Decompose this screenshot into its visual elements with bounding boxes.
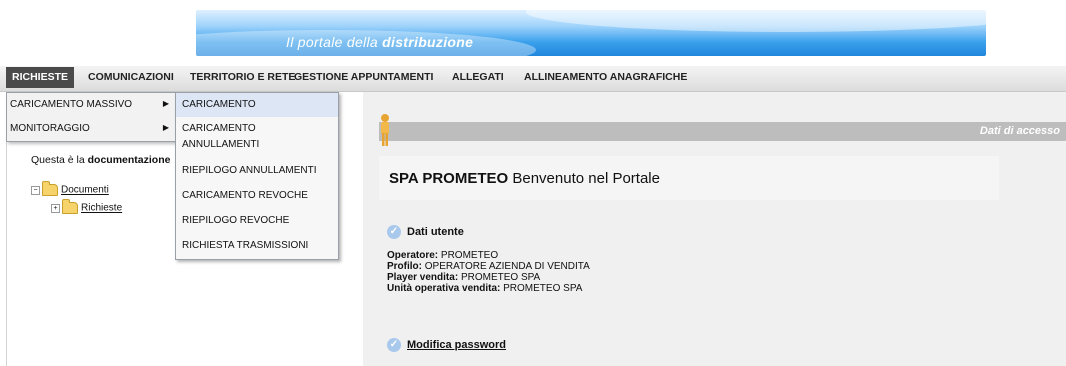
submenu-caricamento-annullamenti[interactable]: CARICAMENTO ANNULLAMENTI: [176, 117, 338, 159]
expand-icon[interactable]: +: [51, 203, 60, 213]
folder-icon: [42, 181, 58, 196]
check-icon: ✓: [387, 225, 401, 239]
person-icon: [381, 114, 389, 146]
submenu-caricamento-revoche[interactable]: CARICAMENTO REVOCHE: [176, 184, 338, 209]
folder-icon: [62, 199, 78, 214]
collapse-icon[interactable]: −: [31, 185, 40, 195]
field-operatore: Operatore: PROMETEO: [387, 250, 499, 261]
check-icon: ✓: [387, 338, 401, 352]
submenu-richiesta-trasmissioni[interactable]: RICHIESTA TRASMISSIONI: [176, 234, 338, 259]
documentation-text: Questa è la documentazione: [31, 154, 171, 166]
tree-node-richieste[interactable]: + Richieste: [51, 199, 122, 214]
change-password: ✓ Modifica password: [387, 338, 506, 352]
main-menu-bar: RICHIESTE COMUNICAZIONI TERRITORIO E RET…: [0, 66, 1066, 92]
banner-title: Il portale della distribuzione: [286, 34, 474, 50]
submenu-caricamento-massivo[interactable]: CARICAMENTO MASSIVO ▶: [7, 93, 175, 117]
user-data-section: ✓ Dati utente: [387, 225, 464, 239]
welcome-message: SPA PROMETEO Benvenuto nel Portale: [389, 170, 660, 187]
menu-allineamento-anagrafiche[interactable]: ALLINEAMENTO ANAGRAFICHE: [524, 71, 687, 83]
access-title: Dati di accesso: [979, 125, 1060, 137]
richieste-dropdown: CARICAMENTO MASSIVO ▶ MONITORAGGIO ▶: [6, 92, 176, 142]
header-banner: Il portale della distribuzione: [0, 0, 1066, 64]
submenu-riepilogo-revoche[interactable]: RIEPILOGO REVOCHE: [176, 209, 338, 234]
tree-link-documenti[interactable]: Documenti: [61, 185, 109, 196]
tree-node-documenti[interactable]: − Documenti: [31, 181, 109, 196]
menu-allegati[interactable]: ALLEGATI: [452, 71, 504, 83]
menu-territorio-e-rete[interactable]: TERRITORIO E RETE: [190, 71, 295, 83]
chevron-right-icon: ▶: [162, 123, 169, 132]
tree-link-richieste[interactable]: Richieste: [81, 203, 122, 214]
submenu-riepilogo-annullamenti[interactable]: RIEPILOGO ANNULLAMENTI: [176, 159, 338, 184]
menu-comunicazioni[interactable]: COMUNICAZIONI: [88, 71, 174, 83]
access-header-bar: Dati di accesso: [379, 122, 1066, 141]
field-unita-operativa: Unità operativa vendita: PROMETEO SPA: [387, 283, 583, 294]
menu-richieste[interactable]: RICHIESTE: [6, 67, 75, 88]
caricamento-massivo-dropdown: CARICAMENTO CARICAMENTO ANNULLAMENTI RIE…: [175, 92, 339, 260]
field-player-vendita: Player vendita: PROMETEO SPA: [387, 272, 541, 283]
field-profilo: Profilo: OPERATORE AZIENDA DI VENDITA: [387, 261, 590, 272]
user-info: Operatore: PROMETEO Profilo: OPERATORE A…: [387, 250, 590, 294]
menu-gestione-appuntamenti[interactable]: GESTIONE APPUNTAMENTI: [294, 71, 433, 83]
submenu-caricamento[interactable]: CARICAMENTO: [176, 93, 338, 117]
change-password-link[interactable]: Modifica password: [407, 339, 506, 351]
submenu-monitoraggio[interactable]: MONITORAGGIO ▶: [7, 117, 175, 141]
chevron-right-icon: ▶: [162, 99, 169, 108]
main-content-panel: Dati di accesso SPA PROMETEO Benvenuto n…: [363, 92, 1066, 366]
